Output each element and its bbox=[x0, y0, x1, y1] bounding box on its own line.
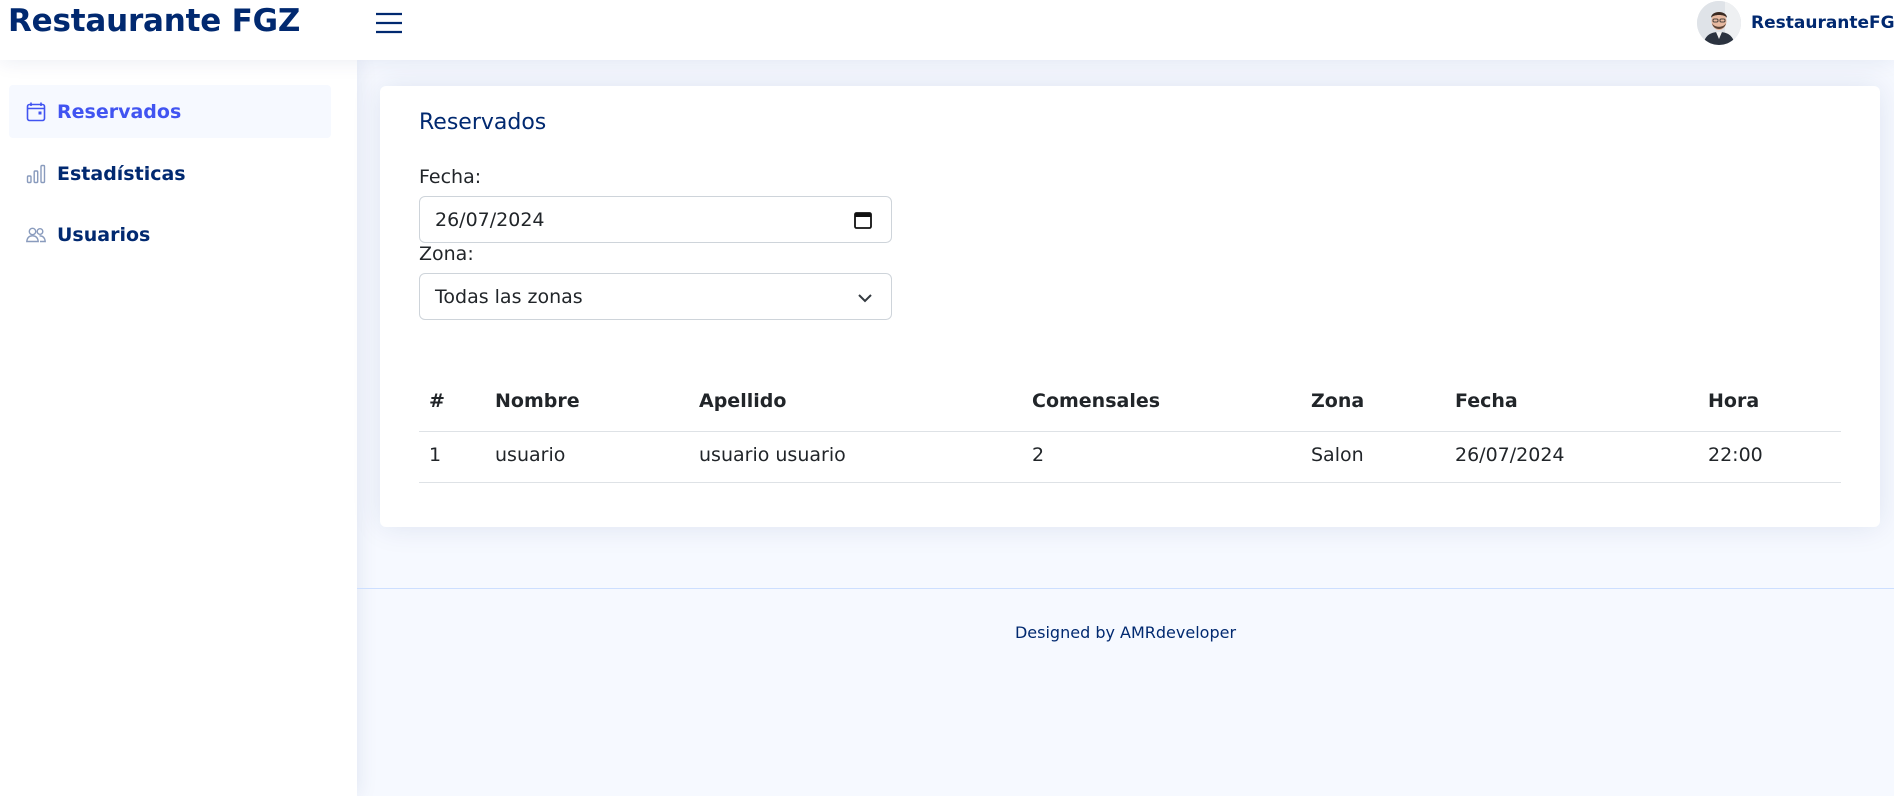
sidebar-item-label: Estadísticas bbox=[57, 162, 186, 185]
sidebar-item-estadisticas[interactable]: Estadísticas bbox=[9, 147, 331, 200]
column-header: Fecha bbox=[1455, 390, 1518, 412]
reservations-card: Reservados Fecha: 26/07/2024 Zona: Todas… bbox=[380, 86, 1880, 527]
bar-chart-icon bbox=[25, 163, 47, 185]
column-header: Zona bbox=[1311, 390, 1365, 412]
zone-select[interactable]: Todas las zonas bbox=[419, 273, 892, 320]
sidebar-item-usuarios[interactable]: Usuarios bbox=[9, 208, 331, 261]
table-row: 1 usuario usuario usuario 2 Salon 26/07/… bbox=[419, 432, 1841, 483]
calendar-icon[interactable] bbox=[853, 210, 873, 235]
date-label: Fecha: bbox=[419, 166, 482, 188]
table-cell: 22:00 bbox=[1708, 444, 1763, 466]
zone-value: Todas las zonas bbox=[435, 285, 583, 308]
zone-label: Zona: bbox=[419, 243, 474, 265]
table-cell: 2 bbox=[1032, 444, 1045, 466]
footer: Designed by AMRdeveloper bbox=[357, 588, 1894, 796]
date-input[interactable]: 26/07/2024 bbox=[419, 196, 892, 243]
table-header: # Nombre Apellido Comensales Zona Fecha … bbox=[419, 370, 1841, 432]
reservations-table: # Nombre Apellido Comensales Zona Fecha … bbox=[419, 370, 1841, 483]
table-cell: 26/07/2024 bbox=[1455, 444, 1565, 466]
sidebar-item-label: Reservados bbox=[57, 100, 182, 123]
brand-logo[interactable]: Restaurante FGZ bbox=[8, 3, 300, 39]
footer-credits: Designed by AMRdeveloper bbox=[1014, 623, 1237, 642]
table-cell: usuario usuario bbox=[699, 444, 846, 466]
column-header: Apellido bbox=[699, 390, 787, 412]
sidebar: Reservados Estadísticas Usuarios bbox=[0, 60, 357, 796]
column-header: Hora bbox=[1708, 390, 1760, 412]
profile-name: RestauranteFGZ bbox=[1751, 13, 1894, 33]
column-header: Nombre bbox=[495, 390, 580, 412]
column-header: # bbox=[429, 390, 445, 412]
table-cell: 1 bbox=[429, 444, 442, 466]
calendar-icon bbox=[25, 101, 47, 123]
people-icon bbox=[25, 224, 47, 246]
sidebar-item-reservados[interactable]: Reservados bbox=[9, 85, 331, 138]
table-cell: usuario bbox=[495, 444, 566, 466]
chevron-down-icon bbox=[857, 289, 873, 311]
column-header: Comensales bbox=[1032, 390, 1161, 412]
profile-dropdown[interactable]: RestauranteFGZ bbox=[1697, 0, 1894, 46]
page-title: Reservados bbox=[419, 110, 547, 135]
sidebar-item-label: Usuarios bbox=[57, 223, 151, 246]
date-value: 26/07/2024 bbox=[435, 208, 545, 231]
table-cell: Salon bbox=[1311, 444, 1364, 466]
avatar bbox=[1697, 1, 1741, 45]
top-header: Restaurante FGZ RestauranteFGZ bbox=[0, 0, 1894, 60]
menu-toggle-icon[interactable] bbox=[374, 8, 404, 38]
